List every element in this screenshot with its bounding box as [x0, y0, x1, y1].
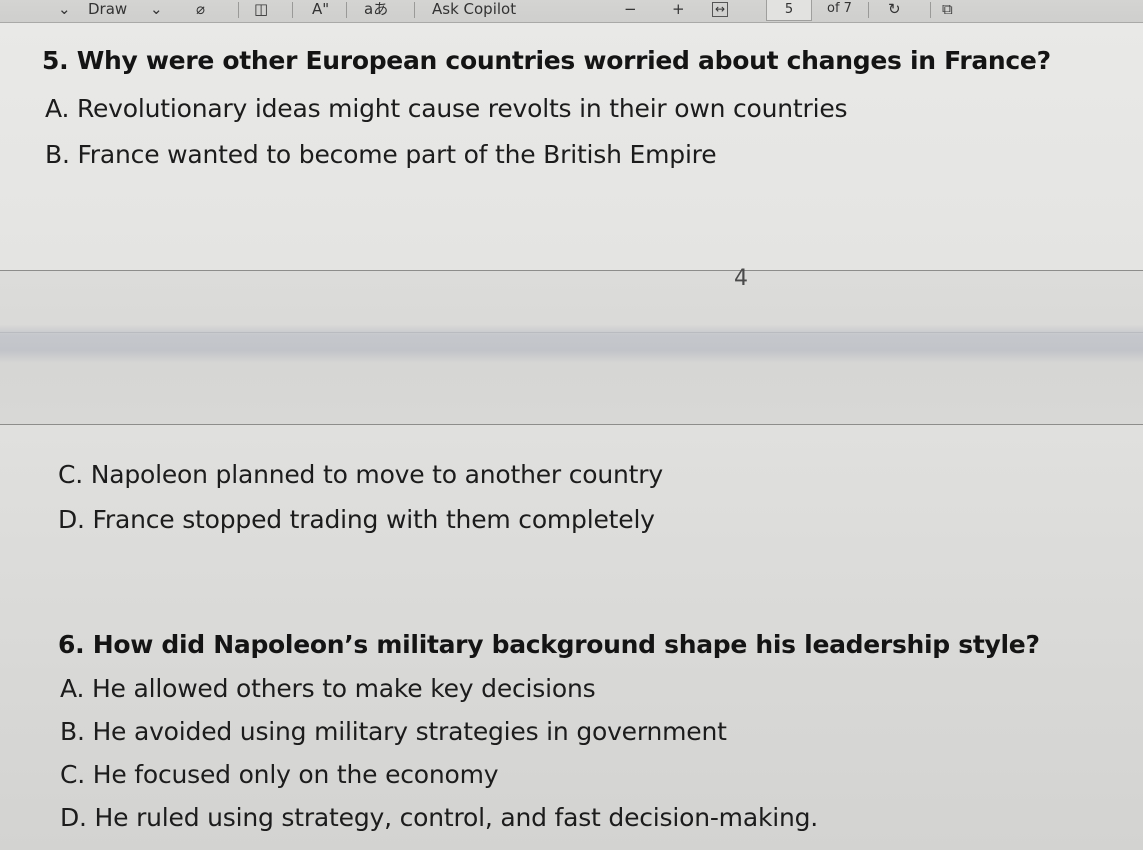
fit-to-page-icon[interactable]: ↔ — [712, 2, 729, 17]
page-view-icon[interactable]: ⧉ — [942, 0, 953, 18]
page-total-label: of 7 — [827, 1, 852, 16]
question-5-text: 5. Why were other European countries wor… — [42, 46, 1051, 75]
toolbar-divider — [346, 2, 347, 18]
zoom-in-button[interactable]: + — [672, 0, 685, 18]
draw-button[interactable]: Draw — [88, 0, 127, 18]
page-edge — [0, 270, 1143, 271]
rotate-icon[interactable]: ↻ — [888, 0, 901, 18]
toolbar-divider — [414, 2, 415, 18]
toolbar-divider — [292, 2, 293, 18]
chevron-down-icon[interactable]: ⌄ — [58, 0, 71, 18]
question-5-option-a: A. Revolutionary ideas might cause revol… — [45, 94, 848, 123]
question-6-option-c: C. He focused only on the economy — [60, 760, 499, 789]
question-5-option-d: D. France stopped trading with them comp… — [58, 505, 655, 534]
page-number-input[interactable]: 5 — [766, 0, 812, 21]
draw-dropdown-icon[interactable]: ⌄ — [150, 0, 163, 18]
read-aloud-icon[interactable]: ◫ — [254, 0, 268, 18]
ask-copilot-button[interactable]: Ask Copilot — [432, 0, 516, 18]
question-6-option-b: B. He avoided using military strategies … — [60, 717, 727, 746]
text-size-button[interactable]: A" — [312, 0, 329, 18]
page-gap — [0, 270, 1143, 425]
question-6-option-d: D. He ruled using strategy, control, and… — [60, 803, 819, 832]
question-5-option-b: B. France wanted to become part of the B… — [45, 140, 717, 169]
toolbar-divider — [868, 2, 869, 18]
page-number-footer: 4 — [734, 266, 748, 291]
question-5-option-c: C. Napoleon planned to move to another c… — [58, 460, 663, 489]
question-6-option-a: A. He allowed others to make key decisio… — [60, 674, 596, 703]
page-gap-shadow — [0, 332, 1143, 333]
toolbar-divider — [930, 2, 931, 18]
toolbar-divider — [238, 2, 239, 18]
eraser-icon[interactable]: ⌀ — [196, 0, 205, 18]
pdf-toolbar: ⌄ Draw ⌄ ⌀ ◫ A" aあ Ask Copilot − + ↔ 5 o… — [0, 0, 1143, 23]
zoom-out-button[interactable]: − — [624, 0, 637, 18]
question-6-text: 6. How did Napoleon’s military backgroun… — [58, 630, 1040, 659]
translate-button[interactable]: aあ — [364, 0, 388, 18]
